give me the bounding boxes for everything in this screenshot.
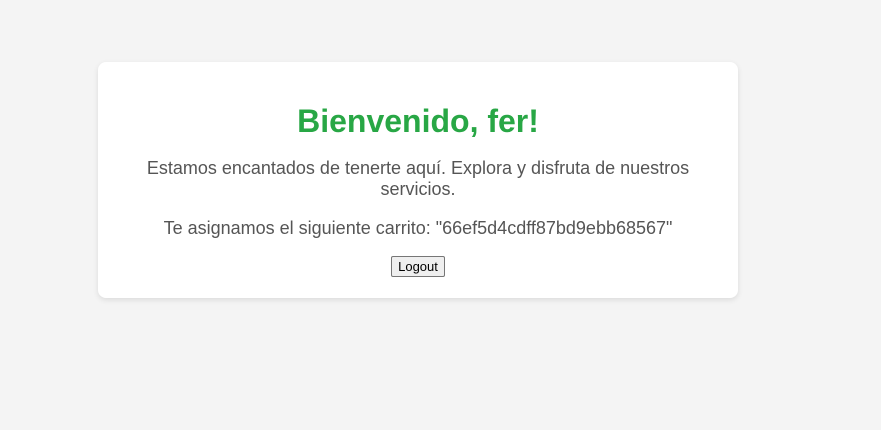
welcome-title: Bienvenido, fer! [297, 103, 539, 139]
logout-button[interactable]: Logout [391, 256, 445, 277]
cart-id: "66ef5d4cdff87bd9ebb68567" [435, 218, 673, 238]
cart-assignment: Te asignamos el siguiente carrito: "66ef… [138, 218, 698, 239]
welcome-message: Estamos encantados de tenerte aquí. Expl… [146, 158, 690, 199]
welcome-card: Bienvenido, fer! Estamos encantados de t… [98, 62, 738, 298]
cart-prefix: Te asignamos el siguiente carrito: [163, 218, 436, 238]
